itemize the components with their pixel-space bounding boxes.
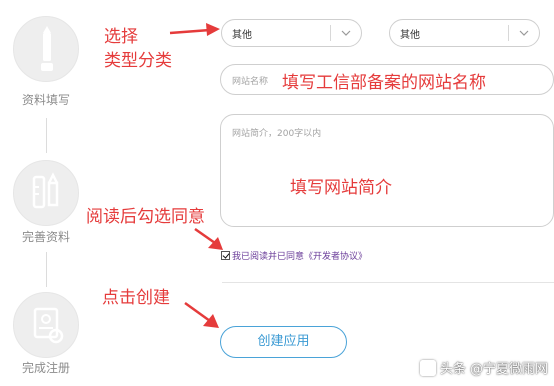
annotation-select-type-1: 选择 xyxy=(104,27,138,47)
chevron-down-icon xyxy=(519,30,529,36)
type-select-secondary[interactable]: 其他 xyxy=(389,19,540,47)
agreement-checkbox-row[interactable]: 我已阅读并已同意《开发者协议》 xyxy=(221,249,367,262)
step-2-icon xyxy=(13,160,79,226)
toutiao-logo-icon xyxy=(419,359,436,376)
step-1-icon xyxy=(13,16,79,82)
annotation-click-create: 点击创建 xyxy=(102,288,170,308)
select-separator xyxy=(330,25,331,41)
site-intro-placeholder: 网站简介，200字以内 xyxy=(232,129,322,139)
step-1-label: 资料填写 xyxy=(21,93,70,107)
arrow-to-create-button-icon xyxy=(184,301,219,328)
step-2-label: 完善资料 xyxy=(21,230,70,244)
annotation-read-and-check: 阅读后勾选同意 xyxy=(86,207,205,227)
step-divider-line xyxy=(46,118,47,153)
arrow-to-type-select-icon xyxy=(169,23,220,36)
step-divider-line xyxy=(46,252,47,287)
annotation-fill-site-name: 填写工信部备案的网站名称 xyxy=(282,73,486,93)
watermark: 头条 @宁夏微雨网 xyxy=(419,358,548,377)
annotation-select-type-2: 类型分类 xyxy=(104,51,172,71)
agreement-text[interactable]: 我已阅读并已同意《开发者协议》 xyxy=(232,249,367,262)
type-select-secondary-value: 其他 xyxy=(400,30,420,41)
divider xyxy=(222,282,554,283)
agreement-checkbox[interactable] xyxy=(221,251,230,260)
select-separator xyxy=(508,25,509,41)
arrow-to-checkbox-icon xyxy=(194,227,223,250)
chevron-down-icon xyxy=(341,30,351,36)
site-intro-textarea[interactable]: 网站简介，200字以内 xyxy=(220,114,554,227)
type-select-primary-value: 其他 xyxy=(232,30,252,41)
annotation-fill-site-intro: 填写网站简介 xyxy=(290,178,392,198)
watermark-text: 头条 @宁夏微雨网 xyxy=(439,362,548,377)
type-select-primary[interactable]: 其他 xyxy=(221,19,362,47)
step-3-icon xyxy=(13,292,79,358)
step-3-label: 完成注册 xyxy=(21,361,70,375)
create-app-button[interactable]: 创建应用 xyxy=(220,326,347,358)
site-name-placeholder: 网站名称 xyxy=(232,77,269,87)
